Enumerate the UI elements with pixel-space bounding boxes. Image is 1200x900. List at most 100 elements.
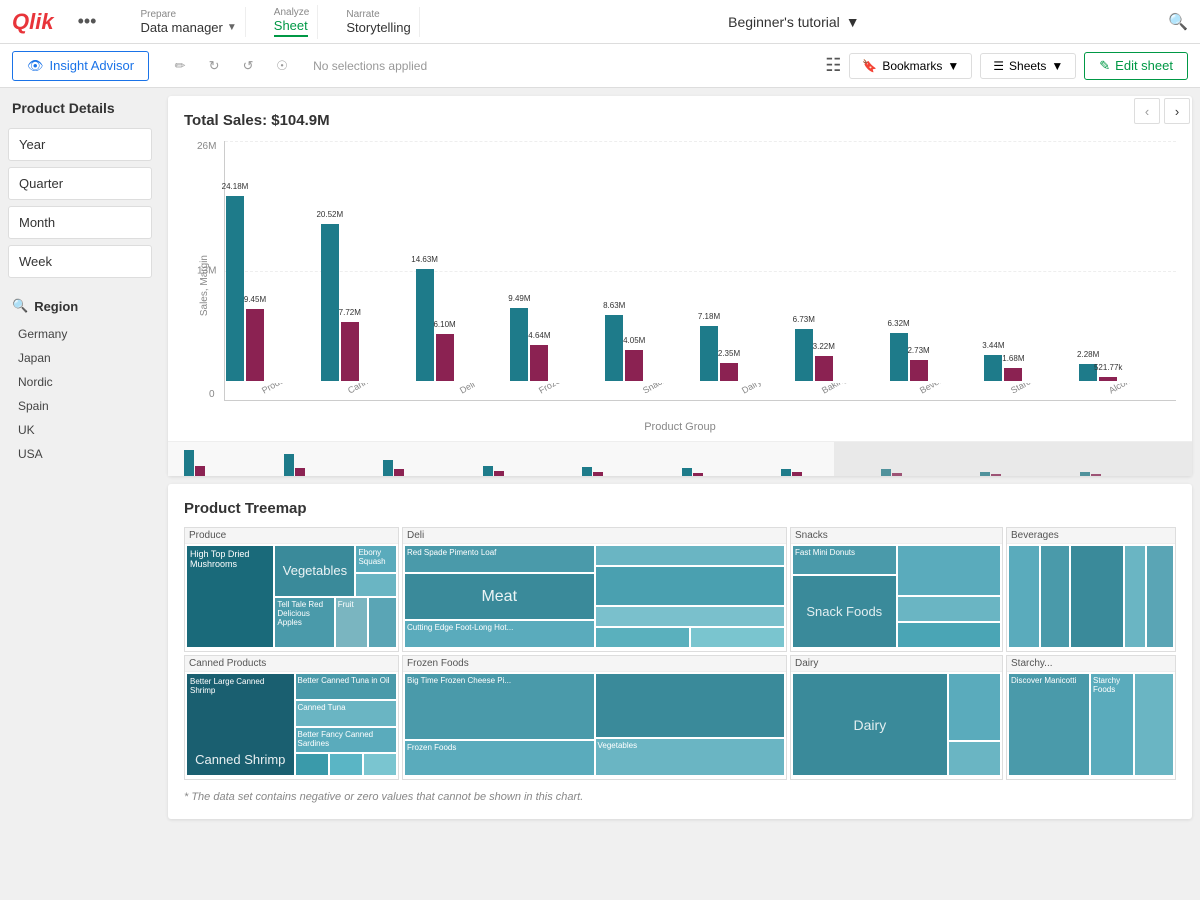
prev-arrow-button[interactable]: ‹ — [1134, 98, 1160, 124]
year-filter[interactable]: Year — [8, 128, 152, 161]
teal-bar-8[interactable]: 3.44M — [984, 355, 1002, 381]
canned-tuna-label-block[interactable]: Canned Tuna — [296, 701, 397, 726]
high-top-mushrooms-block[interactable]: High Top Dried Mushrooms — [187, 546, 273, 647]
deli-r4a[interactable] — [596, 628, 689, 647]
maroon-bar-4[interactable]: 4.05M — [625, 350, 643, 381]
bookmarks-button[interactable]: 🔖 Bookmarks ▼ — [849, 53, 972, 79]
week-filter[interactable]: Week — [8, 245, 152, 278]
starchy-extra[interactable] — [1135, 674, 1173, 775]
bev-b2[interactable] — [1041, 546, 1069, 647]
tell-tale-block[interactable]: Tell Tale Red Delicious Apples — [275, 598, 333, 648]
grid-view-button[interactable]: ☷ — [825, 55, 841, 76]
next-arrow-button[interactable]: › — [1164, 98, 1190, 124]
edit-sheet-button[interactable]: ✎ Edit sheet — [1084, 52, 1188, 80]
bar-group-4[interactable]: 8.63M4.05M — [605, 315, 698, 381]
teal-bar-5[interactable]: 7.18M — [700, 326, 718, 381]
region-header[interactable]: 🔍 Region — [8, 298, 152, 314]
frozen-foods-block[interactable]: Frozen Foods — [405, 741, 594, 775]
quarter-filter[interactable]: Quarter — [8, 167, 152, 200]
bar-group-1[interactable]: 20.52M7.72M — [321, 224, 414, 381]
manicotti-block[interactable]: Discover Manicotti — [1009, 674, 1089, 775]
deli-r1[interactable] — [596, 546, 785, 565]
produce-extra-block[interactable] — [369, 598, 396, 648]
app-title-section[interactable]: Beginner's tutorial ▼ — [728, 14, 859, 30]
dairy-r2[interactable] — [949, 742, 1000, 775]
canned-s3[interactable] — [364, 754, 396, 775]
dairy-r1[interactable] — [949, 674, 1000, 740]
prepare-nav[interactable]: Prepare Data manager ▼ — [132, 7, 245, 37]
region-japan[interactable]: Japan — [8, 346, 152, 370]
frozen-veg-block[interactable]: Vegetables — [596, 739, 785, 775]
maroon-bar-1[interactable]: 7.72M — [341, 322, 359, 381]
region-uk[interactable]: UK — [8, 418, 152, 442]
bar-group-8[interactable]: 3.44M1.68M — [984, 355, 1077, 381]
snacks-r3[interactable] — [898, 623, 1001, 647]
high-top-label: High Top Dried Mushrooms — [190, 549, 249, 569]
bar-group-3[interactable]: 9.49M4.64M — [510, 308, 603, 381]
bar-group-9[interactable]: 2.28M521.77k — [1079, 364, 1172, 381]
starchy-foods-block[interactable]: Starchy Foods — [1091, 674, 1133, 775]
teal-bar-4[interactable]: 8.63M — [605, 315, 623, 381]
search-button[interactable]: 🔍 — [1168, 12, 1188, 32]
frozen-r1[interactable] — [596, 674, 785, 737]
region-spain[interactable]: Spain — [8, 394, 152, 418]
bar-group-2[interactable]: 14.63M6.10M — [416, 269, 509, 381]
clear-button[interactable]: ☉ — [267, 51, 297, 81]
teal-bar-1[interactable]: 20.52M — [321, 224, 339, 381]
maroon-bar-0[interactable]: 9.45M — [246, 309, 264, 381]
canned-tuna-block[interactable]: Better Canned Tuna in Oil — [296, 674, 397, 699]
ebony-squash-block[interactable]: Ebony Squash — [356, 546, 396, 572]
canned-s1[interactable] — [296, 754, 328, 775]
maroon-bar-7[interactable]: 2.73M — [910, 360, 928, 381]
more-options-button[interactable]: ••• — [78, 11, 97, 32]
maroon-bar-9[interactable]: 521.77k — [1099, 377, 1117, 381]
fast-mini-donuts-block[interactable]: Fast Mini Donuts — [793, 546, 896, 574]
bev-b1[interactable] — [1009, 546, 1039, 647]
better-large-canned-shrimp-block[interactable]: Better Large Canned Shrimp Canned Shrimp — [187, 674, 294, 775]
teal-bar-0[interactable]: 24.18M — [226, 196, 244, 381]
bar-group-6[interactable]: 6.73M3.22M — [795, 329, 888, 381]
region-germany[interactable]: Germany — [8, 322, 152, 346]
meat-block[interactable]: Meat — [405, 574, 594, 619]
bar-group-5[interactable]: 7.18M2.35M — [700, 326, 793, 381]
deli-r2[interactable] — [596, 567, 785, 605]
fruit-block[interactable]: Fruit — [336, 598, 367, 648]
bev-b3[interactable] — [1071, 546, 1123, 647]
maroon-bar-2[interactable]: 6.10M — [436, 334, 454, 381]
cutting-edge-block[interactable]: Cutting Edge Foot-Long Hot... — [405, 621, 594, 647]
back-button[interactable]: ↻ — [199, 51, 229, 81]
fancy-sardines-block[interactable]: Better Fancy Canned Sardines — [296, 728, 397, 753]
sheets-button[interactable]: ☰ Sheets ▼ — [980, 53, 1076, 79]
bar-group-7[interactable]: 6.32M2.73M — [890, 333, 983, 381]
forward-button[interactable]: ↺ — [233, 51, 263, 81]
region-nordic[interactable]: Nordic — [8, 370, 152, 394]
narrate-nav[interactable]: Narrate Storytelling — [338, 7, 419, 37]
maroon-bar-3[interactable]: 4.64M — [530, 345, 548, 381]
bar-group-0[interactable]: 24.18M9.45M — [226, 196, 319, 381]
teal-bar-7[interactable]: 6.32M — [890, 333, 908, 381]
deli-r3[interactable] — [596, 607, 785, 626]
insight-advisor-button[interactable]: 👁 Insight Advisor — [12, 51, 149, 81]
region-usa[interactable]: USA — [8, 442, 152, 466]
teal-bar-3[interactable]: 9.49M — [510, 308, 528, 381]
red-spade-block[interactable]: Red Spade Pimento Loaf — [405, 546, 594, 572]
deli-r4b[interactable] — [691, 628, 784, 647]
vegetables-block[interactable]: Vegetables — [275, 546, 354, 596]
month-filter[interactable]: Month — [8, 206, 152, 239]
teal-bar-2[interactable]: 14.63M — [416, 269, 434, 381]
snacks-r2[interactable] — [898, 597, 1001, 621]
select-tool-button[interactable]: ✏ — [165, 51, 195, 81]
snacks-r1[interactable] — [898, 546, 1001, 595]
bev-b5[interactable] — [1147, 546, 1173, 647]
analyze-nav[interactable]: Analyze Sheet — [266, 5, 319, 39]
dairy-main-block[interactable]: Dairy — [793, 674, 947, 775]
maroon-bar-6[interactable]: 3.22M — [815, 356, 833, 381]
bev-b4[interactable] — [1125, 546, 1145, 647]
frozen-pizza-block[interactable]: Big Time Frozen Cheese Pi... — [405, 674, 594, 739]
snack-foods-block[interactable]: Snack Foods — [793, 576, 896, 647]
maroon-bar-5[interactable]: 2.35M — [720, 363, 738, 381]
maroon-bar-8[interactable]: 1.68M — [1004, 368, 1022, 381]
canned-s2[interactable] — [330, 754, 362, 775]
produce-small-block[interactable] — [356, 574, 396, 596]
teal-bar-6[interactable]: 6.73M — [795, 329, 813, 381]
